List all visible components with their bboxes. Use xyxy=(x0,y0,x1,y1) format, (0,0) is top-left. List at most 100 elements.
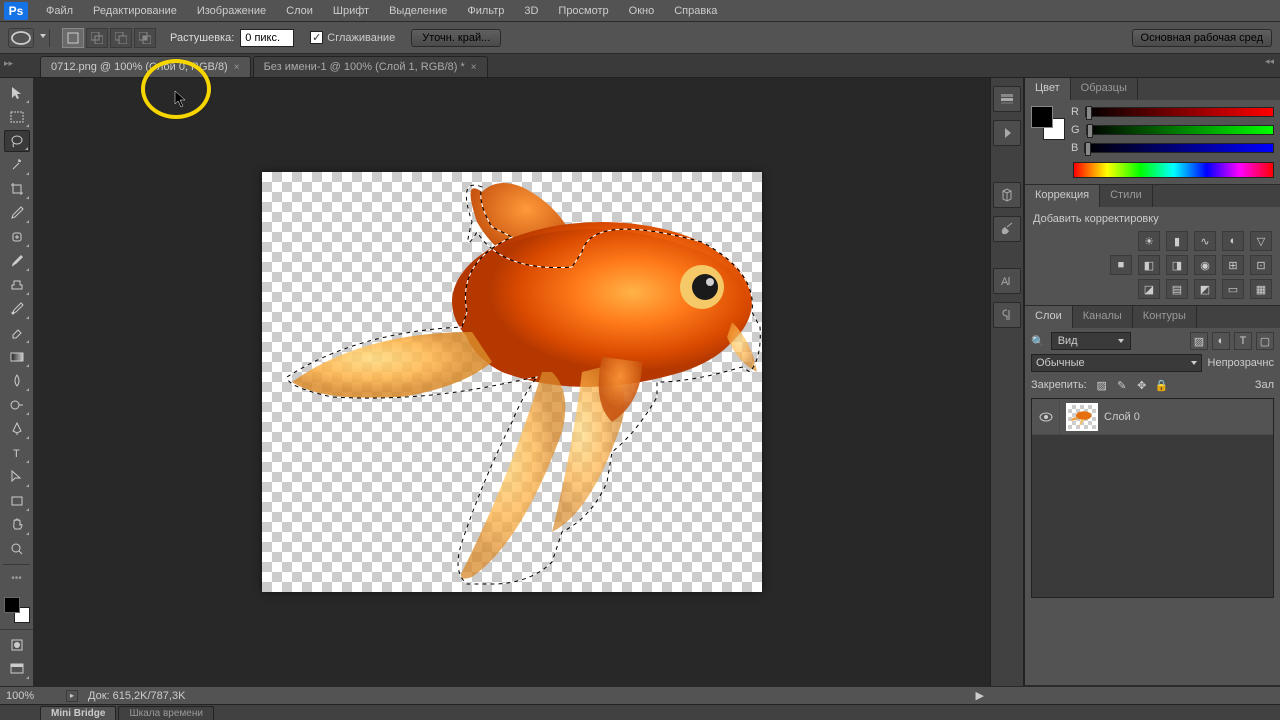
dodge-tool[interactable] xyxy=(4,394,30,416)
pen-tool[interactable] xyxy=(4,418,30,440)
type-tool[interactable]: T xyxy=(4,442,30,464)
magic-wand-tool[interactable] xyxy=(4,154,30,176)
timeline-tab[interactable]: Шкала времени xyxy=(118,706,213,720)
bw-icon[interactable]: ◨ xyxy=(1166,255,1188,275)
r-slider[interactable] xyxy=(1085,107,1274,117)
levels-icon[interactable]: ▮ xyxy=(1166,231,1188,251)
foreground-swatch[interactable] xyxy=(1031,106,1053,128)
menu-file[interactable]: Файл xyxy=(36,2,83,20)
lock-transparency-icon[interactable]: ▨ xyxy=(1093,376,1111,394)
g-slider[interactable] xyxy=(1086,125,1274,135)
brightness-icon[interactable]: ☀ xyxy=(1138,231,1160,251)
lock-position-icon[interactable]: ✥ xyxy=(1133,376,1151,394)
current-tool-icon[interactable] xyxy=(8,28,34,48)
color-swatches[interactable] xyxy=(4,597,30,623)
eyedropper-tool[interactable] xyxy=(4,202,30,224)
status-menu-icon[interactable]: ▸ xyxy=(66,690,78,702)
antialias-checkbox[interactable]: ✓ Сглаживание xyxy=(310,31,395,44)
paragraph-panel-icon[interactable] xyxy=(993,302,1021,328)
blur-tool[interactable] xyxy=(4,370,30,392)
canvas-area[interactable] xyxy=(34,78,990,686)
history-panel-icon[interactable] xyxy=(993,86,1021,112)
color-balance-icon[interactable]: ◧ xyxy=(1138,255,1160,275)
filter-shape-icon[interactable]: ▢ xyxy=(1256,332,1274,350)
layer-thumbnail[interactable] xyxy=(1066,403,1098,431)
menu-view[interactable]: Просмотр xyxy=(548,2,618,20)
menu-select[interactable]: Выделение xyxy=(379,2,457,20)
blend-mode-select[interactable]: Обычные xyxy=(1031,354,1202,372)
feather-input[interactable] xyxy=(240,29,294,47)
spot-healing-tool[interactable] xyxy=(4,226,30,248)
gradient-tool[interactable] xyxy=(4,346,30,368)
crop-tool[interactable] xyxy=(4,178,30,200)
color-tab[interactable]: Цвет xyxy=(1025,78,1071,100)
properties-panel-icon[interactable] xyxy=(993,182,1021,208)
edit-toolbar-icon[interactable]: ••• xyxy=(4,567,30,589)
color-fgbg-swatches[interactable] xyxy=(1031,106,1065,140)
character-panel-icon[interactable]: A xyxy=(993,268,1021,294)
invert-icon[interactable]: ◪ xyxy=(1138,279,1160,299)
selection-intersect-button[interactable] xyxy=(134,28,156,48)
exposure-icon[interactable]: ◐ xyxy=(1222,231,1244,251)
menu-3d[interactable]: 3D xyxy=(514,2,548,20)
layer-name[interactable]: Слой 0 xyxy=(1104,411,1140,423)
hand-tool[interactable] xyxy=(4,514,30,536)
layer-visibility-toggle[interactable] xyxy=(1032,399,1060,434)
b-slider[interactable] xyxy=(1084,143,1274,153)
move-tool[interactable] xyxy=(4,82,30,104)
status-arrow-icon[interactable]: ▶ xyxy=(976,689,984,702)
menu-type[interactable]: Шрифт xyxy=(323,2,379,20)
lock-all-icon[interactable]: 🔒 xyxy=(1153,376,1171,394)
curves-icon[interactable]: ∿ xyxy=(1194,231,1216,251)
screen-mode-icon[interactable] xyxy=(4,658,30,680)
layer-item[interactable]: Слой 0 xyxy=(1032,399,1273,435)
actions-panel-icon[interactable] xyxy=(993,120,1021,146)
channel-mixer-icon[interactable]: ⊞ xyxy=(1222,255,1244,275)
layers-tab[interactable]: Слои xyxy=(1025,306,1073,328)
document-canvas[interactable] xyxy=(262,172,762,592)
styles-tab[interactable]: Стили xyxy=(1100,185,1153,207)
swatches-tab[interactable]: Образцы xyxy=(1071,78,1138,100)
path-selection-tool[interactable] xyxy=(4,466,30,488)
lock-pixels-icon[interactable]: ✎ xyxy=(1113,376,1131,394)
rectangle-tool[interactable] xyxy=(4,490,30,512)
posterize-icon[interactable]: ▤ xyxy=(1166,279,1188,299)
paths-tab[interactable]: Контуры xyxy=(1133,306,1197,328)
menu-edit[interactable]: Редактирование xyxy=(83,2,187,20)
filter-adjustment-icon[interactable]: ◐ xyxy=(1212,332,1230,350)
selection-add-button[interactable] xyxy=(86,28,108,48)
menu-filter[interactable]: Фильтр xyxy=(457,2,514,20)
expand-panels-icon[interactable]: ▸▸ xyxy=(4,58,13,69)
menu-window[interactable]: Окно xyxy=(619,2,665,20)
foreground-color-swatch[interactable] xyxy=(4,597,20,613)
filter-pixel-icon[interactable]: ▨ xyxy=(1190,332,1208,350)
close-tab-icon[interactable]: × xyxy=(234,62,240,73)
selective-color-icon[interactable]: ▦ xyxy=(1250,279,1272,299)
channels-tab[interactable]: Каналы xyxy=(1073,306,1133,328)
photo-filter-icon[interactable]: ◉ xyxy=(1194,255,1216,275)
threshold-icon[interactable]: ◩ xyxy=(1194,279,1216,299)
collapse-panels-icon[interactable]: ◂◂ xyxy=(1265,56,1274,67)
document-tab-1[interactable]: 0712.png @ 100% (Слой 0, RGB/8) × xyxy=(40,56,251,77)
eraser-tool[interactable] xyxy=(4,322,30,344)
lasso-tool[interactable] xyxy=(4,130,30,152)
history-brush-tool[interactable] xyxy=(4,298,30,320)
clone-stamp-tool[interactable] xyxy=(4,274,30,296)
refine-edge-button[interactable]: Уточн. край... xyxy=(411,29,501,47)
workspace-switcher[interactable]: Основная рабочая сред xyxy=(1132,29,1272,47)
rectangular-marquee-tool[interactable] xyxy=(4,106,30,128)
menu-image[interactable]: Изображение xyxy=(187,2,276,20)
menu-help[interactable]: Справка xyxy=(664,2,727,20)
zoom-level[interactable]: 100% xyxy=(6,690,56,702)
zoom-tool[interactable] xyxy=(4,538,30,560)
adjustments-tab[interactable]: Коррекция xyxy=(1025,185,1100,207)
layer-filter-select[interactable]: Вид xyxy=(1051,332,1131,350)
document-tab-2[interactable]: Без имени-1 @ 100% (Слой 1, RGB/8) * × xyxy=(253,56,488,77)
gradient-map-icon[interactable]: ▭ xyxy=(1222,279,1244,299)
filter-type-icon[interactable]: T xyxy=(1234,332,1252,350)
selection-new-button[interactable] xyxy=(62,28,84,48)
mini-bridge-tab[interactable]: Mini Bridge xyxy=(40,706,116,720)
brush-panel-icon[interactable] xyxy=(993,216,1021,242)
quick-mask-icon[interactable] xyxy=(4,634,30,656)
brush-tool[interactable] xyxy=(4,250,30,272)
